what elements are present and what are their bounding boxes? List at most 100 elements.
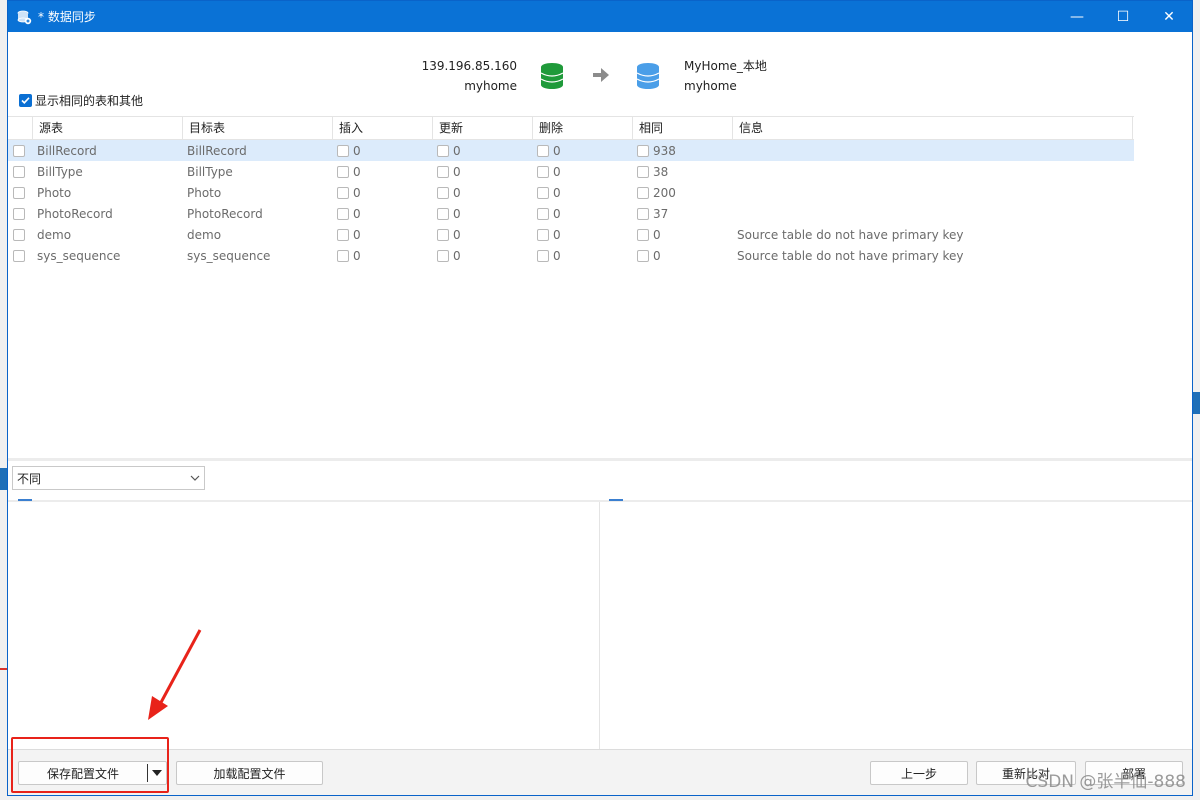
cell-value: 0 [453,143,461,158]
source-record-pane[interactable] [8,502,600,749]
cell-value: 37 [653,206,669,221]
cell-value: 0 [653,227,661,242]
close-button[interactable]: ✕ [1146,1,1192,32]
row-select-cell[interactable] [8,245,33,266]
checkbox[interactable] [537,207,549,220]
update-cell: 0 [433,140,533,161]
target-table-cell: demo [183,224,333,245]
filter-dropdown[interactable]: 不同 [12,466,205,490]
previous-step-button[interactable]: 上一步 [870,761,968,785]
cell-value: 0 [553,248,561,263]
source-table-cell: PhotoRecord [33,203,183,224]
row-select-cell[interactable] [8,161,33,182]
show-same-label: 显示相同的表和其他 [35,94,144,108]
source-table-cell: Photo [33,182,183,203]
checkbox[interactable] [12,186,25,199]
checkbox[interactable] [337,165,349,178]
column-header[interactable]: 信息 [733,117,1133,139]
checkbox[interactable] [637,165,649,178]
checkbox[interactable] [537,228,549,241]
checkbox[interactable] [437,186,449,199]
source-host: 139.196.85.160 [421,59,517,73]
table-grid: 源表 目标表 插入 更新 删除 相同 信息 BillRecord BillReco… [8,116,1134,266]
target-table-cell: BillRecord [183,140,333,161]
checkbox[interactable] [12,249,25,262]
cell-value: 38 [653,164,669,179]
checkbox[interactable] [637,186,649,199]
source-db: myhome [464,79,517,93]
table-row[interactable]: demo demo 0 0 0 0 Source table do not have pri… [8,224,1134,245]
column-header[interactable]: 更新 [433,117,533,139]
table-row[interactable]: PhotoRecord PhotoRecord 0 0 0 37 [8,203,1134,224]
annotation-arrow-icon [148,629,202,720]
update-cell: 0 [433,245,533,266]
checkbox[interactable] [537,165,549,178]
row-select-cell[interactable] [8,182,33,203]
checkbox[interactable] [637,249,649,262]
info-cell: Source table do not have primary key [733,224,1133,245]
cell-value: 0 [453,206,461,221]
checkbox[interactable] [12,165,25,178]
column-header[interactable]: 插入 [333,117,433,139]
column-header[interactable]: 删除 [533,117,633,139]
data-sync-icon [16,9,32,25]
target-record-pane[interactable] [601,502,1192,749]
cell-value: BillType [37,164,83,179]
checkbox[interactable] [337,228,349,241]
checkbox[interactable] [437,249,449,262]
background-app-tab [1192,392,1200,414]
same-cell: 0 [633,224,733,245]
row-select-cell[interactable] [8,203,33,224]
maximize-button[interactable]: ☐ [1100,1,1146,32]
info-cell [733,182,1133,203]
splitter[interactable] [8,458,1192,461]
column-header[interactable]: 目标表 [183,117,333,139]
cell-value: Photo [187,185,222,200]
row-select-cell[interactable] [8,140,33,161]
column-header[interactable]: 源表 [33,117,183,139]
checkbox[interactable] [337,249,349,262]
table-row[interactable]: BillType BillType 0 0 0 38 [8,161,1134,182]
checkbox[interactable] [12,228,25,241]
checkbox[interactable] [537,249,549,262]
cell-value: 938 [653,143,676,158]
cell-value: 0 [653,248,661,263]
checkbox[interactable] [12,207,25,220]
watermark: CSDN @张半仙-888 [1025,772,1186,792]
same-cell: 37 [633,203,733,224]
table-row[interactable]: Photo Photo 0 0 0 200 [8,182,1134,203]
cell-value: Source table do not have primary key [737,248,964,263]
minimize-button[interactable]: — [1054,1,1100,32]
column-header[interactable]: 相同 [633,117,733,139]
cell-value: BillRecord [37,143,97,158]
checkbox[interactable] [637,144,649,157]
checkbox[interactable] [437,144,449,157]
show-same-checkbox[interactable]: 显示相同的表和其他 [19,92,143,109]
table-row[interactable]: sys_sequence sys_sequence 0 0 0 0 Source table… [8,245,1134,266]
target-connection: MyHome_本地 myhome [684,56,767,96]
row-select-cell[interactable] [8,224,33,245]
checkbox[interactable] [437,165,449,178]
checkbox[interactable] [637,228,649,241]
title-bar[interactable]: * 数据同步 — ☐ ✕ [8,1,1192,32]
checkbox[interactable] [537,144,549,157]
checkbox[interactable] [637,207,649,220]
checkbox[interactable] [537,186,549,199]
cell-value: sys_sequence [187,248,271,263]
checkbox[interactable] [437,207,449,220]
load-config-button[interactable]: 加载配置文件 [176,761,323,785]
cell-value: 0 [353,164,361,179]
target-table-cell: BillType [183,161,333,182]
maximize-icon: ☐ [1116,8,1130,25]
checkbox[interactable] [12,144,25,157]
checkbox[interactable] [337,186,349,199]
table-row[interactable]: BillRecord BillRecord 0 0 0 938 [8,140,1134,161]
checkbox[interactable] [337,144,349,157]
checkbox-checked-icon[interactable] [19,94,32,107]
cell-value: 0 [353,227,361,242]
checkbox[interactable] [337,207,349,220]
target-table-cell: Photo [183,182,333,203]
insert-cell: 0 [333,161,433,182]
checkbox[interactable] [437,228,449,241]
info-cell [733,203,1133,224]
